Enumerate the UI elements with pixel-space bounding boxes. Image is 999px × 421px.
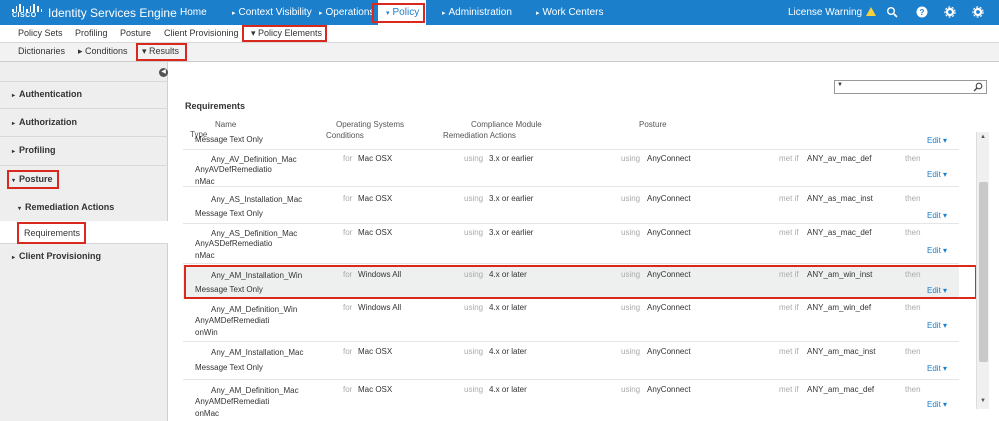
header-operating-systems: Operating Systems — [336, 120, 405, 129]
edit-button[interactable]: Edit ▾ — [927, 246, 947, 255]
nav-work-centers[interactable]: ▸ Work Centers — [528, 0, 608, 25]
cisco-logo: CISCO — [12, 4, 43, 21]
warning-icon — [866, 7, 877, 16]
license-warning[interactable]: License Warning — [788, 7, 877, 18]
table-row[interactable]: Any_AV_Definition_Mac for Mac OSX using … — [183, 150, 959, 187]
sidebar-item-requirements[interactable]: Requirements — [0, 228, 168, 238]
sidebar-item-profiling[interactable]: ▸ Profiling — [0, 145, 168, 155]
scrollbar-thumb[interactable] — [979, 182, 988, 362]
requirements-table: Message Text Only Edit ▾ Any_AV_Definiti… — [183, 132, 959, 421]
sidebar-item-remediation-actions[interactable]: ▾ Remediation Actions — [0, 202, 168, 212]
edit-button[interactable]: Edit ▾ — [927, 286, 947, 295]
header-compliance-module: Compliance Module — [471, 120, 542, 129]
app-title: Identity Services Engine — [48, 6, 177, 20]
scrollbar[interactable]: ▲ ▼ — [976, 132, 989, 409]
page-title: Requirements — [185, 101, 246, 111]
gear-icon[interactable] — [972, 6, 984, 18]
tab-results[interactable]: ▾ Results — [142, 46, 179, 57]
sub-nav: Policy Sets Profiling Posture Client Pro… — [0, 25, 999, 43]
table-row[interactable]: Message Text Only Edit ▾ — [183, 132, 959, 150]
edit-button[interactable]: Edit ▾ — [927, 211, 947, 220]
header-name: Name — [215, 120, 237, 129]
svg-text:?: ? — [920, 8, 925, 17]
subnav-policy-elements[interactable]: ▾ Policy Elements — [251, 28, 322, 39]
table-row[interactable]: Any_AS_Installation_Mac for Mac OSX usin… — [183, 187, 959, 224]
subnav-posture[interactable]: Posture — [120, 28, 151, 38]
table-row[interactable]: Any_AM_Definition_Win for Windows All us… — [183, 299, 959, 342]
nav-operations[interactable]: ▸ Operations — [314, 0, 376, 25]
tab-dictionaries[interactable]: Dictionaries — [18, 46, 65, 56]
top-bar: CISCO Identity Services Engine Home ▸ Con… — [0, 0, 999, 25]
subnav-profiling[interactable]: Profiling — [75, 28, 108, 38]
table-row[interactable]: Any_AS_Definition_Mac for Mac OSX using … — [183, 224, 959, 264]
nav-administration[interactable]: ▸ Administration — [434, 0, 528, 25]
collapse-icon[interactable]: ◀ — [159, 68, 168, 77]
nav-policy[interactable]: ▾ Policy — [378, 0, 426, 25]
sidebar-item-posture[interactable]: ▾ Posture — [0, 174, 168, 184]
third-nav: Dictionaries ▸ Conditions ▾ Results — [0, 43, 999, 62]
help-icon[interactable]: ? — [916, 6, 928, 18]
header-posture: Posture — [639, 120, 667, 129]
edit-button[interactable]: Edit ▾ — [927, 400, 947, 409]
edit-button[interactable]: Edit ▾ — [927, 364, 947, 373]
nav-context-visibility[interactable]: ▸ Context Visibility — [224, 0, 312, 25]
search-icon[interactable] — [886, 6, 898, 18]
filter-search[interactable]: ▼ — [834, 80, 987, 94]
subnav-client-provisioning[interactable]: Client Provisioning — [164, 28, 239, 38]
sidebar-item-client-provisioning[interactable]: ▸ Client Provisioning — [0, 251, 168, 261]
edit-button[interactable]: Edit ▾ — [927, 170, 947, 179]
edit-button[interactable]: Edit ▾ — [927, 321, 947, 330]
nav-home[interactable]: Home — [172, 0, 212, 25]
system-icon[interactable] — [944, 6, 956, 18]
sidebar-item-authentication[interactable]: ▸ Authentication — [0, 89, 168, 99]
table-row[interactable]: Any_AM_Installation_Mac for Mac OSX usin… — [183, 342, 959, 380]
search-icon[interactable] — [973, 82, 983, 92]
tab-conditions[interactable]: ▸ Conditions — [78, 46, 128, 57]
subnav-policy-sets[interactable]: Policy Sets — [18, 28, 63, 38]
top-nav: Home ▸ Context Visibility ▸ Operations ▾ Po… — [172, 0, 608, 25]
chevron-down-icon[interactable]: ▼ — [837, 82, 843, 88]
sidebar-item-authorization[interactable]: ▸ Authorization — [0, 117, 168, 127]
table-row[interactable]: Any_AM_Definition_Mac for Mac OSX using … — [183, 380, 959, 421]
table-row[interactable]: Any_AM_Installation_Win for Windows All … — [183, 265, 959, 299]
edit-button[interactable]: Edit ▾ — [927, 136, 947, 145]
